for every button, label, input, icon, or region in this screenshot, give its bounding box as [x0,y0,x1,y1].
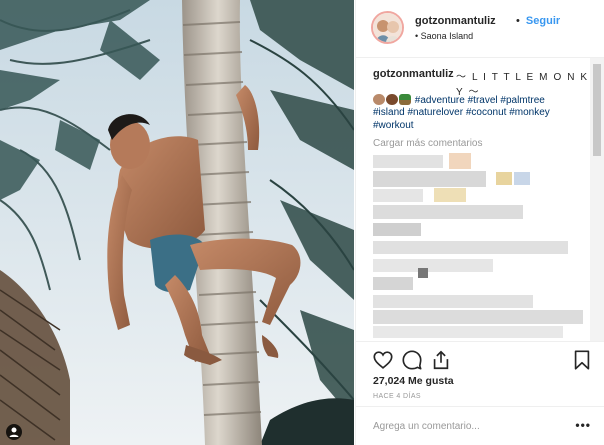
blurred-comment [373,310,583,324]
follow-separator: • [516,15,520,27]
avatar[interactable] [371,11,404,44]
photo-illustration [0,0,354,445]
blurred-comment [373,259,493,272]
caption-username[interactable]: gotzonmantuliz [373,68,454,80]
more-options-button[interactable]: ••• [575,418,591,432]
blurred-comment [373,189,423,202]
comments-list[interactable]: gotzonmantuliz 〜 L I T T L E M O N K E Y… [356,58,604,341]
palm-tree-emoji-icon [399,94,411,105]
blurred-comment [373,155,443,168]
load-more-comments-link[interactable]: Cargar más comentarios [373,138,482,149]
heart-icon[interactable] [372,349,394,371]
user-tag-icon[interactable] [6,424,22,440]
blurred-comment [514,172,530,185]
blurred-comment [434,188,466,202]
caption-hashtags-line-1: #adventure #travel #palmtree [373,94,545,106]
likes-count[interactable]: 27,024 Me gusta [373,375,454,387]
post-timestamp[interactable]: HACE 4 DÍAS [373,393,421,400]
post-header: gotzonmantuliz • Seguir • Saona Island [356,0,604,58]
post-photo[interactable] [0,0,354,445]
blurred-comment [496,172,512,185]
blurred-comment [373,223,421,236]
blurred-comment [373,241,568,254]
blurred-comment [418,268,428,278]
hashtags-text-2[interactable]: #island #naturelover #coconut #monkey [373,107,550,118]
blurred-comment [373,277,413,290]
blurred-comment [373,326,563,338]
follow-button[interactable]: Seguir [526,15,560,27]
post-location[interactable]: • Saona Island [415,31,473,41]
scrollbar-thumb[interactable] [593,64,601,156]
post-sidebar: gotzonmantuliz • Seguir • Saona Island g… [355,0,604,445]
hashtags-text-1[interactable]: #adventure #travel #palmtree [415,95,545,106]
share-icon[interactable] [430,349,452,371]
hashtags-text-3[interactable]: #workout [373,120,414,131]
blurred-comment [449,153,471,169]
blurred-comment [373,171,486,187]
coconut-emoji-icon [373,94,385,105]
follow-group: • Seguir [516,15,560,27]
blurred-comment [373,205,523,219]
post-username[interactable]: gotzonmantuliz [415,15,496,27]
add-comment-input[interactable] [373,418,563,434]
comments-scrollbar[interactable] [590,58,604,341]
post-actions: 27,024 Me gusta HACE 4 DÍAS [356,341,604,403]
blurred-comment [373,295,533,308]
monkey-emoji-icon [386,94,398,105]
add-comment-bar: ••• [356,406,604,445]
bookmark-icon[interactable] [571,349,593,371]
comment-icon[interactable] [401,349,423,371]
